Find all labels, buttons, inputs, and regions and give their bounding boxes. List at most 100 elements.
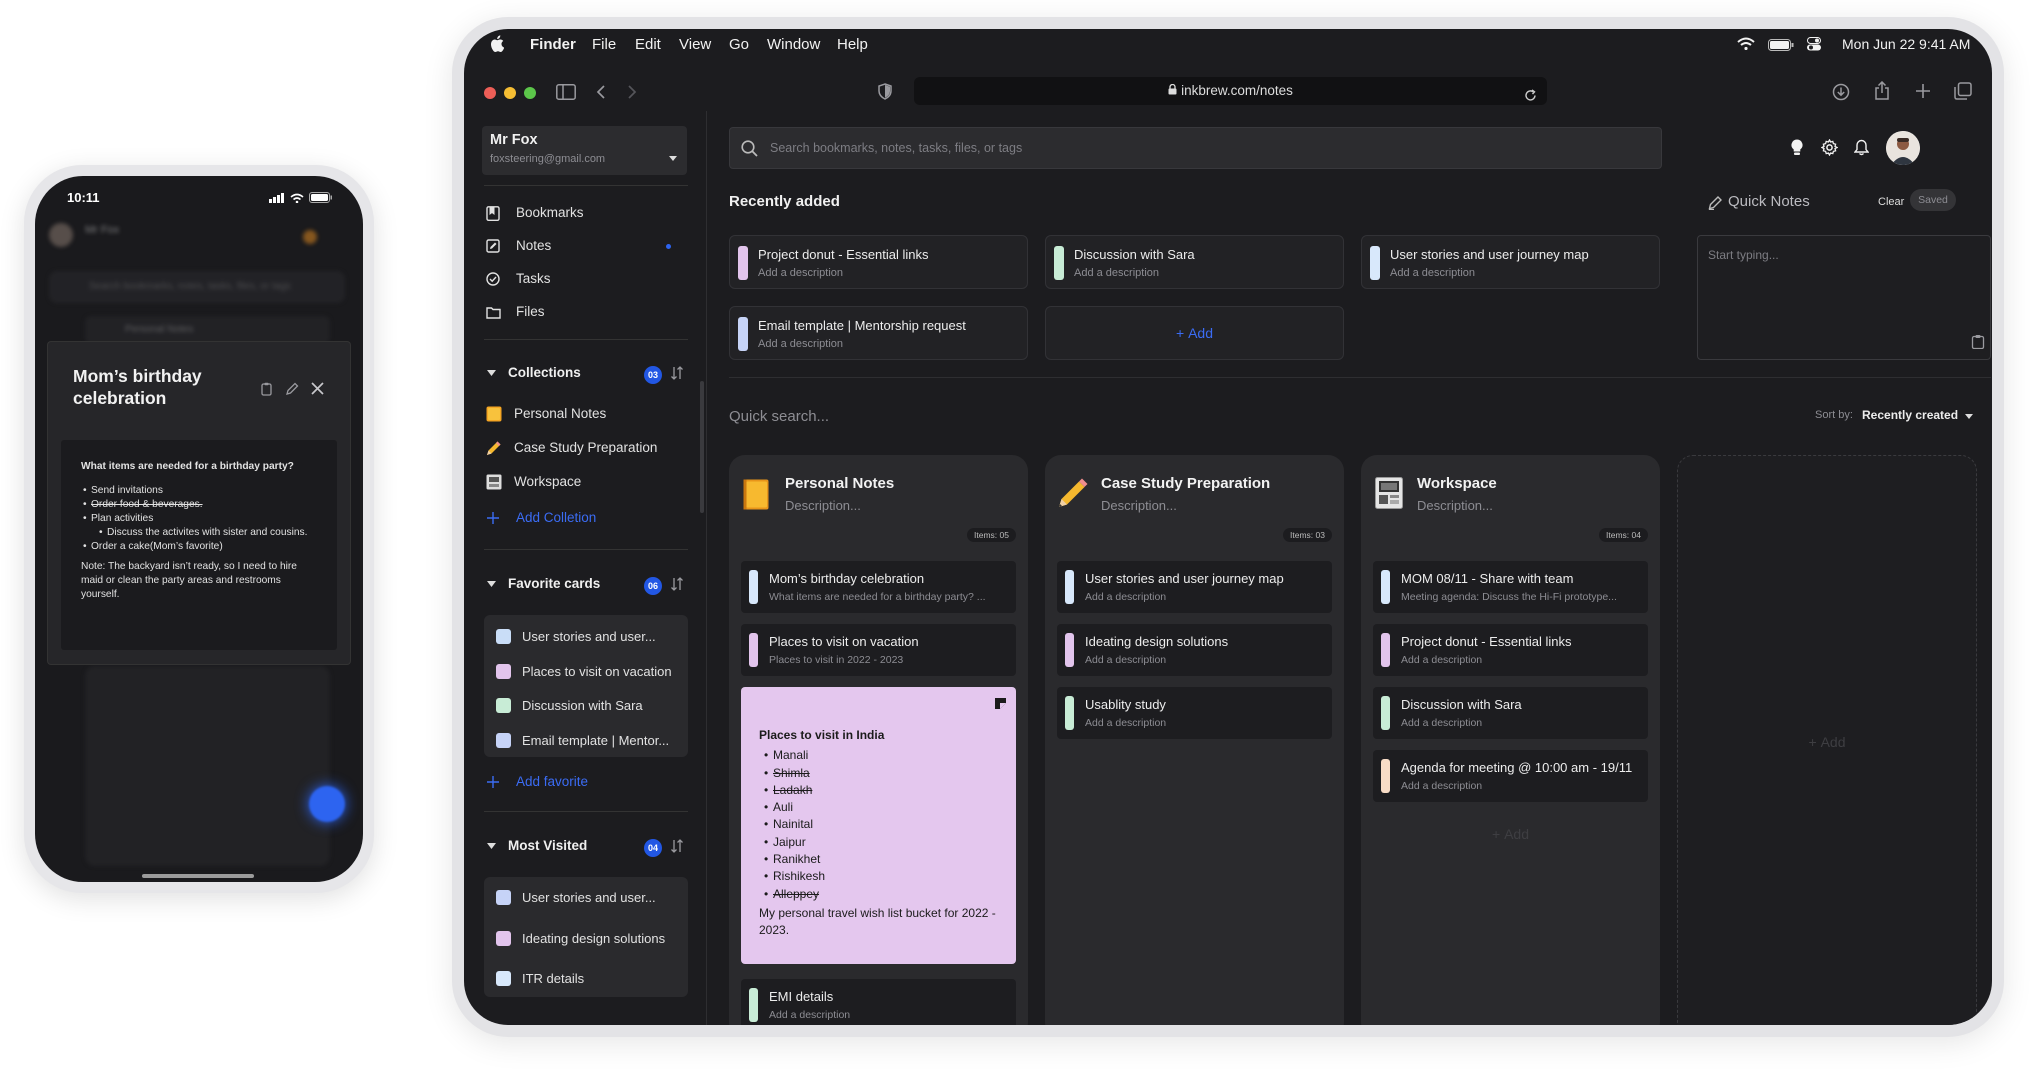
- menu-app-name[interactable]: Finder: [530, 36, 576, 53]
- nav-bookmarks[interactable]: Bookmarks: [485, 203, 584, 223]
- color-bar: [1381, 570, 1390, 604]
- control-center-icon[interactable]: [1807, 37, 1821, 55]
- column-description[interactable]: Description...: [1417, 498, 1493, 513]
- copy-icon[interactable]: [260, 382, 273, 401]
- collection-workspace[interactable]: Workspace: [486, 472, 581, 492]
- lightbulb-icon[interactable]: [1791, 139, 1803, 161]
- sticky-note[interactable]: Places to visit in India • Manali • Shimla •…: [741, 687, 1016, 964]
- note-card[interactable]: User stories and user journey map Add a d…: [1057, 561, 1332, 613]
- bullet: •: [764, 800, 769, 815]
- recent-card[interactable]: Project donut - Essential links Add a des…: [729, 235, 1028, 289]
- note-card[interactable]: Discussion with Sara Add a description: [1373, 687, 1648, 739]
- add-collection-link[interactable]: Add Colletion: [485, 508, 596, 528]
- new-collection-column[interactable]: + Add: [1677, 455, 1977, 1025]
- favorite-item[interactable]: Email template | Mentor...: [496, 731, 669, 749]
- nav-label: Tasks: [516, 271, 551, 286]
- collections-header[interactable]: Collections: [487, 365, 581, 380]
- tab-overview-icon[interactable]: [1954, 82, 1972, 105]
- note-card[interactable]: MOM 08/11 - Share with team Meeting agend…: [1373, 561, 1648, 613]
- menu-go[interactable]: Go: [729, 36, 749, 53]
- maximize-window-button[interactable]: [524, 87, 536, 99]
- settings-gear-icon[interactable]: [1820, 138, 1839, 161]
- sort-dropdown[interactable]: Recently created: [1862, 408, 1973, 422]
- add-card-button[interactable]: + Add: [1361, 826, 1660, 842]
- phone-screen: 10:11 Mr Fox Search bookmarks, notes, ta…: [35, 176, 363, 882]
- fab-add-button[interactable]: [309, 786, 345, 822]
- checklist-text: Discuss the activites with sister and co…: [107, 527, 308, 538]
- bg-card: Personal Notes: [85, 316, 330, 344]
- battery-icon[interactable]: [1768, 38, 1794, 55]
- account-switcher[interactable]: Mr Fox foxsteering@gmail.com: [482, 126, 687, 175]
- sort-icon[interactable]: [670, 366, 684, 385]
- nav-files[interactable]: Files: [485, 302, 545, 322]
- note-card[interactable]: Ideating design solutions Add a descripti…: [1057, 624, 1332, 676]
- apple-icon[interactable]: [490, 35, 505, 56]
- bullet: •: [764, 834, 769, 849]
- share-icon[interactable]: [1874, 80, 1890, 106]
- sidebar: Mr Fox foxsteering@gmail.com Bookmarks N…: [464, 111, 707, 1025]
- clear-button[interactable]: Clear: [1878, 196, 1904, 208]
- edit-icon[interactable]: [285, 382, 299, 401]
- minimize-window-button[interactable]: [504, 87, 516, 99]
- forward-icon[interactable]: [627, 84, 637, 105]
- avatar[interactable]: [1886, 131, 1920, 165]
- recent-card[interactable]: Email template | Mentorship request Add a…: [729, 306, 1028, 360]
- note-card[interactable]: Agenda for meeting @ 10:00 am - 19/11 Add…: [1373, 750, 1648, 802]
- chevron-down-icon: [1964, 414, 1973, 419]
- search-bar[interactable]: Search bookmarks, notes, tasks, files, o…: [729, 127, 1662, 169]
- pin-icon[interactable]: [995, 697, 1006, 714]
- recent-card[interactable]: User stories and user journey map Add a d…: [1361, 235, 1660, 289]
- add-label: Add: [1820, 734, 1846, 750]
- note-modal: Mom’s birthday celebration What items ar…: [48, 342, 350, 664]
- most-visited-header[interactable]: Most Visited: [487, 838, 587, 853]
- sidebar-scrollbar[interactable]: [700, 381, 704, 513]
- add-favorite-link[interactable]: Add favorite: [485, 772, 588, 792]
- wifi-icon[interactable]: [1737, 37, 1755, 54]
- menu-view[interactable]: View: [679, 36, 711, 53]
- note-card[interactable]: Mom’s birthday celebration What items are…: [741, 561, 1016, 613]
- menu-window[interactable]: Window: [767, 36, 820, 53]
- notification-bell-icon[interactable]: [1853, 139, 1870, 161]
- quick-search-input[interactable]: Quick search...: [729, 408, 829, 425]
- close-window-button[interactable]: [484, 87, 496, 99]
- favorites-header[interactable]: Favorite cards: [487, 576, 600, 591]
- shield-icon[interactable]: [878, 83, 892, 105]
- collection-case-study[interactable]: Case Study Preparation: [486, 438, 657, 458]
- color-bar: [738, 246, 748, 280]
- collection-personal-notes[interactable]: Personal Notes: [486, 404, 606, 424]
- sort-icon[interactable]: [670, 577, 684, 596]
- sidebar-toggle-icon[interactable]: [556, 84, 576, 105]
- most-visited-item[interactable]: ITR details: [496, 969, 584, 987]
- nav-notes[interactable]: Notes: [485, 236, 551, 256]
- new-tab-icon[interactable]: [1915, 83, 1931, 104]
- quick-notes-textarea[interactable]: Start typing...: [1697, 235, 1991, 360]
- note-card[interactable]: EMI details Add a description: [741, 979, 1016, 1025]
- column-description[interactable]: Description...: [1101, 498, 1177, 513]
- favorite-item[interactable]: Places to visit on vacation: [496, 662, 672, 680]
- note-card[interactable]: Project donut - Essential links Add a des…: [1373, 624, 1648, 676]
- close-icon[interactable]: [311, 382, 324, 400]
- collection-column-workspace: Workspace Description... Items: 04 MOM 0…: [1361, 455, 1660, 1025]
- nav-tasks[interactable]: Tasks: [485, 269, 551, 289]
- most-visited-item[interactable]: Ideating design solutions: [496, 929, 665, 947]
- workspace-icon: [486, 474, 502, 490]
- add-recent-button[interactable]: + Add: [1045, 306, 1344, 360]
- favorite-item[interactable]: Discussion with Sara: [496, 696, 643, 714]
- menu-help[interactable]: Help: [837, 36, 868, 53]
- collection-label: Workspace: [514, 474, 582, 489]
- download-icon[interactable]: [1832, 83, 1850, 106]
- modal-title: Mom’s birthday celebration: [73, 366, 202, 408]
- clipboard-icon[interactable]: [1971, 334, 1985, 354]
- most-visited-item[interactable]: User stories and user...: [496, 888, 656, 906]
- note-card[interactable]: Places to visit on vacation Places to vis…: [741, 624, 1016, 676]
- note-card[interactable]: Usablity study Add a description: [1057, 687, 1332, 739]
- column-description[interactable]: Description...: [785, 498, 861, 513]
- menu-edit[interactable]: Edit: [635, 36, 661, 53]
- back-icon[interactable]: [596, 84, 606, 105]
- menu-file[interactable]: File: [592, 36, 616, 53]
- address-bar[interactable]: inkbrew.com/notes: [914, 77, 1547, 105]
- recent-card[interactable]: Discussion with Sara Add a description: [1045, 235, 1344, 289]
- reload-icon[interactable]: [1524, 84, 1537, 112]
- sort-icon[interactable]: [670, 839, 684, 858]
- favorite-item[interactable]: User stories and user...: [496, 627, 656, 645]
